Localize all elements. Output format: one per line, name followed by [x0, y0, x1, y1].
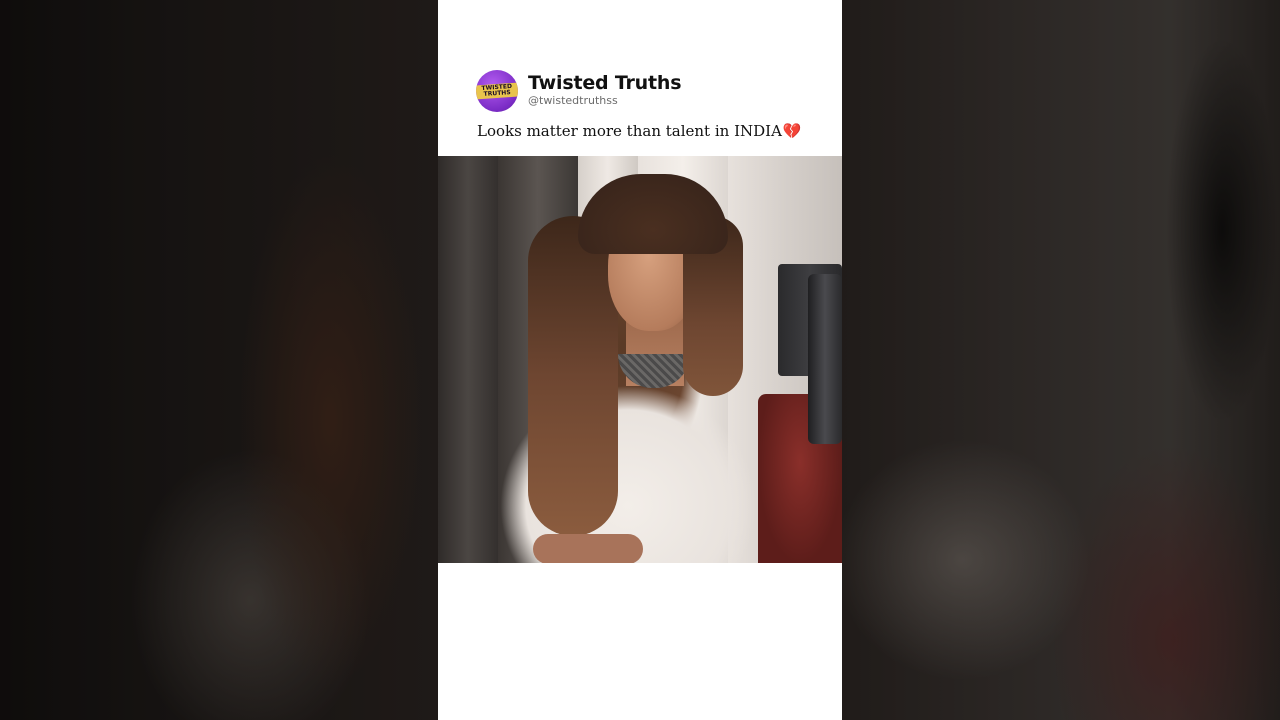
account-name[interactable]: Twisted Truths	[528, 72, 682, 94]
post-card-footer-space	[438, 563, 842, 720]
account-handle[interactable]: @twistedtruthss	[528, 94, 618, 107]
post-media[interactable]	[438, 156, 842, 563]
broken-heart-icon: 💔	[782, 122, 802, 140]
post-header: TWISTED TRUTHS Twisted Truths @twistedtr…	[438, 0, 842, 156]
person-hands	[533, 534, 643, 563]
account-avatar[interactable]: TWISTED TRUTHS	[476, 70, 518, 112]
microphone-icon	[808, 274, 842, 444]
blurred-background-right	[842, 0, 1280, 720]
short-video-frame: TWISTED TRUTHS Twisted Truths @twistedtr…	[0, 0, 1280, 720]
post-card: TWISTED TRUTHS Twisted Truths @twistedtr…	[438, 0, 842, 720]
caption-text: Looks matter more than talent in INDIA	[477, 122, 782, 140]
blurred-background-left	[0, 0, 438, 720]
avatar-logo: TWISTED TRUTHS	[476, 82, 518, 100]
post-caption: Looks matter more than talent in INDIA💔	[477, 122, 802, 140]
